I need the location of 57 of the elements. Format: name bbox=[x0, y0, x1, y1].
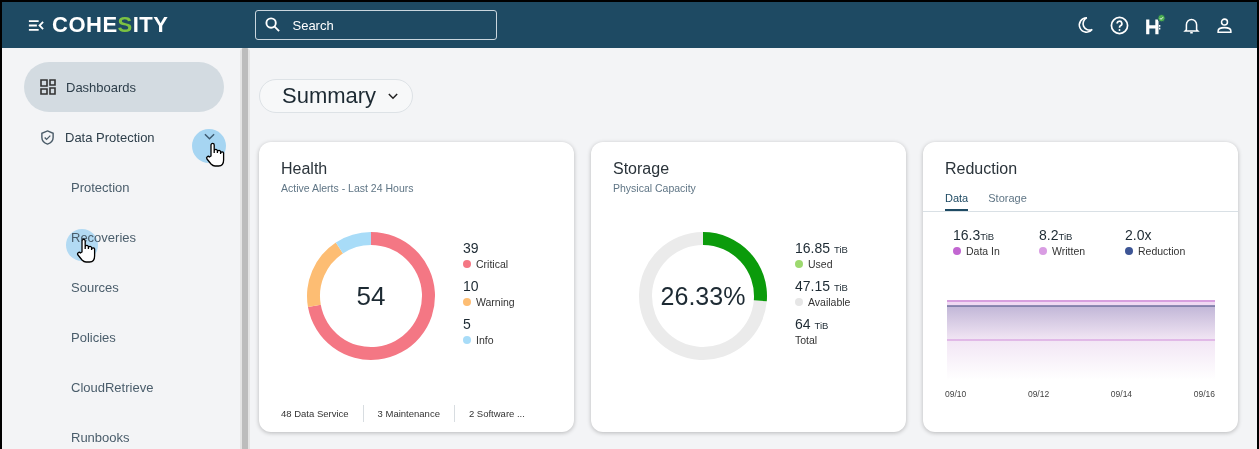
status-h-icon[interactable] bbox=[1145, 13, 1167, 37]
legend-value: 10 bbox=[463, 278, 480, 294]
sidebar-subitem[interactable]: Protection bbox=[71, 179, 130, 195]
axis-label: 09/12 bbox=[1027, 389, 1050, 399]
card-title: Health bbox=[281, 160, 329, 178]
card-title: Reduction bbox=[945, 160, 1019, 178]
hand-cursor-icon bbox=[205, 142, 225, 168]
legend-label: Total bbox=[795, 334, 818, 346]
search-field[interactable]: Search bbox=[255, 10, 498, 40]
legend-label: Available bbox=[808, 296, 851, 308]
moon-icon[interactable] bbox=[1076, 16, 1094, 34]
legend-value: 16.85 TiB bbox=[795, 240, 849, 256]
bell-icon[interactable] bbox=[1183, 16, 1200, 34]
card-subtitle: Active Alerts - Last 24 Hours bbox=[281, 182, 415, 194]
card-title: Storage bbox=[613, 160, 671, 178]
chevron-icon bbox=[388, 92, 399, 100]
alert-category-link[interactable]: 48 Data Service bbox=[281, 405, 363, 422]
tab[interactable]: Data bbox=[945, 192, 969, 211]
shield-icon bbox=[40, 129, 55, 145]
metric-value: 16.3TiB bbox=[953, 227, 996, 243]
legend-label: Used bbox=[808, 258, 833, 270]
legend-label: Data In bbox=[966, 245, 1000, 257]
chevron-icon bbox=[203, 133, 215, 141]
legend-value: 47.15 TiB bbox=[795, 278, 849, 294]
legend-value: 39 bbox=[463, 240, 480, 256]
sidebar-subitem[interactable]: CloudRetrieve bbox=[71, 379, 154, 395]
axis-label: 09/16 bbox=[1193, 389, 1215, 399]
sidebar-subitem[interactable]: Recoveries bbox=[71, 229, 137, 245]
alert-category-link[interactable]: 2 Software ... bbox=[453, 405, 539, 422]
legend-value: 64 TiB bbox=[795, 316, 830, 332]
logo: COHESITY bbox=[52, 12, 169, 38]
help-icon[interactable] bbox=[1110, 15, 1129, 35]
legend-label: Warning bbox=[476, 296, 515, 308]
sidebar-item[interactable]: Dashboards bbox=[24, 62, 224, 112]
metric-value: 8.2TiB bbox=[1039, 227, 1074, 243]
search-icon bbox=[265, 17, 281, 32]
alert-category-link[interactable]: 3 Maintenance bbox=[362, 405, 454, 422]
tab[interactable]: Storage bbox=[988, 192, 1027, 211]
card-subtitle: Physical Capacity bbox=[613, 182, 697, 194]
legend-label: Written bbox=[1052, 245, 1086, 257]
user-icon[interactable] bbox=[1216, 16, 1233, 34]
legend-label: Reduction bbox=[1138, 245, 1186, 257]
legend-label: Info bbox=[476, 334, 494, 346]
axis-label: 09/14 bbox=[1110, 389, 1133, 399]
alert-total: 54 bbox=[355, 280, 387, 312]
sidebar-subitem[interactable]: Runbooks bbox=[71, 429, 130, 445]
sidebar-subitem[interactable]: Policies bbox=[71, 329, 116, 345]
menu-icon[interactable] bbox=[28, 18, 44, 32]
summary-dropdown[interactable]: Summary bbox=[259, 79, 414, 113]
dashboard-icon bbox=[40, 79, 56, 95]
sidebar-subitem[interactable]: Sources bbox=[71, 279, 119, 295]
scrollbar[interactable] bbox=[240, 48, 250, 449]
legend-label: Critical bbox=[476, 258, 509, 270]
used-percent: 26.33% bbox=[659, 281, 747, 311]
legend-value: 5 bbox=[463, 316, 472, 332]
axis-label: 09/10 bbox=[945, 389, 967, 399]
metric-value: 2.0x bbox=[1125, 227, 1153, 243]
